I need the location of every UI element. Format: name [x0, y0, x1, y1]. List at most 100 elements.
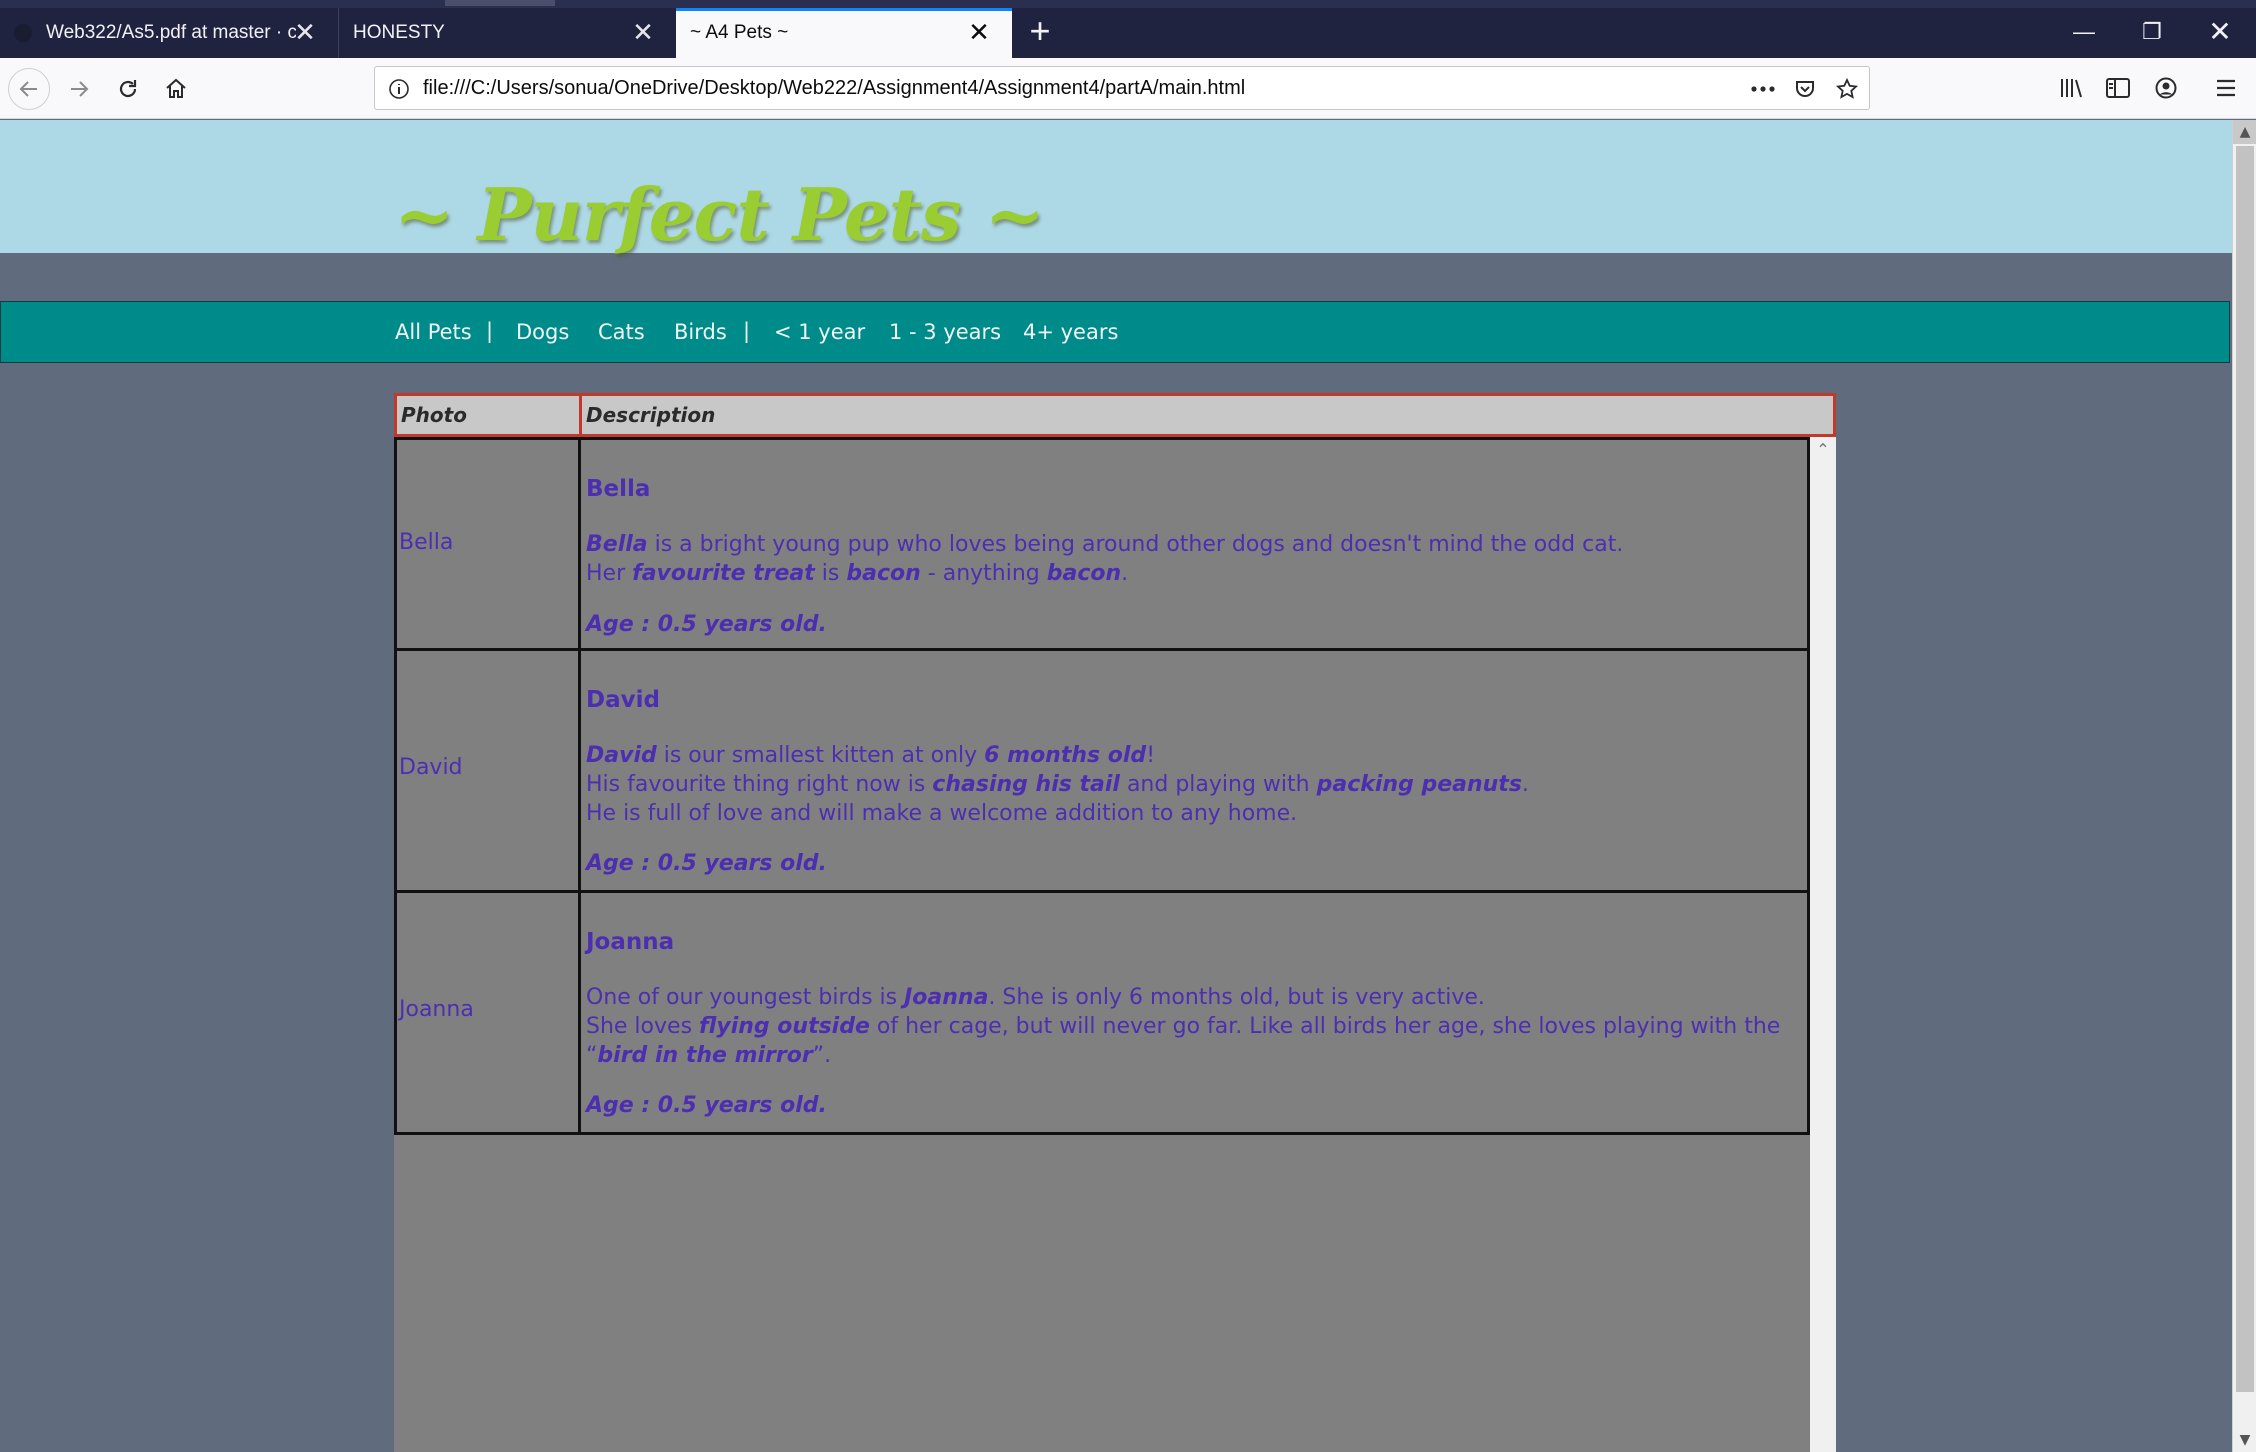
library-icon: [2061, 79, 2082, 98]
back-button[interactable]: [8, 68, 50, 110]
chevron-up-icon[interactable]: ⌃: [1810, 437, 1836, 463]
text: - anything: [920, 561, 1047, 586]
pet-photo-cell: David: [397, 651, 581, 890]
pet-age: Age : 0.5 years old.: [586, 1093, 827, 1118]
pocket-icon: [1796, 81, 1814, 97]
pet-photo-alt: David: [399, 755, 463, 780]
tab-a4-pets[interactable]: ~ A4 Pets ~ ✕: [676, 8, 1012, 58]
text: One of our youngest birds is: [586, 985, 905, 1010]
nav-separator: |: [743, 319, 751, 343]
table-body[interactable]: Bella Bella Bella is a bright young pup …: [394, 437, 1836, 1452]
nav-link-under-1-year[interactable]: < 1 year: [774, 302, 865, 362]
app-menu-button[interactable]: [2210, 72, 2242, 104]
scroll-up-arrow-icon[interactable]: ▲: [2233, 120, 2256, 144]
table-header: Photo Description: [394, 393, 1836, 437]
home-icon: [166, 78, 186, 98]
nav-separator: |: [486, 319, 494, 343]
tab-title: HONESTY: [353, 22, 445, 43]
table-row: David David David is our smallest kitten…: [394, 651, 1810, 893]
home-button[interactable]: [155, 68, 197, 110]
sidebar-button[interactable]: [2102, 72, 2134, 104]
text: and playing with: [1119, 772, 1317, 797]
emphasis: flying outside: [699, 1014, 870, 1039]
bookmark-button[interactable]: [1833, 75, 1861, 103]
pets-table: Photo Description Bella Bella Bella is a…: [394, 393, 1836, 1452]
page-actions-button[interactable]: [1749, 75, 1777, 103]
pet-description-line: He is full of love and will make a welco…: [586, 801, 1298, 826]
url-text[interactable]: file:///C:/Users/sonua/OneDrive/Desktop/…: [423, 67, 1245, 109]
scroll-down-arrow-icon[interactable]: ▼: [2233, 1428, 2256, 1452]
text: . She is only 6 months old, but is very …: [988, 985, 1485, 1010]
close-tab-icon[interactable]: ✕: [968, 19, 990, 45]
forward-button[interactable]: [58, 68, 100, 110]
nav-link-dogs[interactable]: Dogs: [516, 302, 569, 362]
text: ”.: [812, 1043, 832, 1068]
page-viewport: ~ Purfect Pets ~ All Pets | Dogs Cats Bi…: [0, 120, 2232, 1452]
emphasis: Joanna: [904, 985, 989, 1010]
pet-name: David: [586, 687, 660, 713]
emphasis: David: [586, 743, 657, 768]
sidebar-icon: [2106, 78, 2130, 98]
github-favicon-icon: [14, 24, 32, 42]
library-button[interactable]: [2056, 72, 2088, 104]
pet-description-line: His favourite thing right now is chasing…: [586, 770, 1529, 799]
tab-web322-pdf[interactable]: Web322/As5.pdf at master · cn ✕: [0, 8, 338, 58]
window-close-button[interactable]: ✕: [2186, 10, 2254, 54]
text: .: [1521, 772, 1529, 797]
pet-name: Joanna: [586, 929, 675, 955]
text: She loves: [586, 1014, 700, 1039]
nav-link-4-plus-years[interactable]: 4+ years: [1023, 302, 1118, 362]
new-tab-button[interactable]: +: [1022, 13, 1058, 50]
tab-title: Web322/As5.pdf at master · cn: [46, 22, 296, 43]
emphasis: bird in the mirror: [597, 1043, 813, 1068]
table-scrollbar[interactable]: ⌃: [1810, 437, 1836, 1452]
site-header: ~ Purfect Pets ~: [0, 120, 2232, 257]
pocket-button[interactable]: [1791, 75, 1819, 103]
table-row: Bella Bella Bella is a bright young pup …: [394, 437, 1810, 651]
text: .: [1121, 561, 1129, 586]
text: !: [1146, 743, 1156, 768]
column-header-description: Description: [586, 403, 716, 427]
emphasis: Bella: [586, 532, 648, 557]
address-bar[interactable]: file:///C:/Users/sonua/OneDrive/Desktop/…: [374, 66, 1870, 110]
pet-description-line: Her favourite treat is bacon - anything …: [586, 559, 1128, 588]
tab-loading-indicator: [445, 0, 555, 6]
hamburger-menu-icon: [2217, 79, 2235, 97]
site-nav: All Pets | Dogs Cats Birds | < 1 year 1 …: [0, 301, 2230, 363]
nav-link-1-3-years[interactable]: 1 - 3 years: [889, 302, 1001, 362]
emphasis: 6 months old: [984, 743, 1147, 768]
star-icon: [1835, 77, 1859, 99]
emphasis: bacon: [846, 561, 921, 586]
account-button[interactable]: [2150, 72, 2182, 104]
text: is our smallest kitten at only: [656, 743, 985, 768]
account-icon: [2155, 77, 2177, 99]
pet-description-line: David is our smallest kitten at only 6 m…: [586, 741, 1155, 770]
more-icon: [1751, 86, 1775, 92]
scrollbar-thumb[interactable]: [2236, 146, 2254, 1392]
emphasis: packing peanuts: [1316, 772, 1522, 797]
reload-icon: [119, 80, 137, 98]
pet-description-cell: Bella Bella is a bright young pup who lo…: [584, 440, 1807, 648]
nav-link-birds[interactable]: Birds: [674, 302, 727, 362]
pet-description-line: One of our youngest birds is Joanna. She…: [586, 983, 1485, 1012]
close-tab-icon[interactable]: ✕: [632, 19, 654, 45]
tab-honesty[interactable]: HONESTY ✕: [338, 0, 676, 58]
pet-photo-cell: Joanna: [397, 893, 581, 1132]
tab-title: ~ A4 Pets ~: [690, 22, 789, 43]
window-minimize-button[interactable]: —: [2050, 10, 2118, 54]
text: His favourite thing right now is: [586, 772, 933, 797]
pet-description-line: Bella is a bright young pup who loves be…: [586, 530, 1623, 559]
window-restore-button[interactable]: ❐: [2118, 10, 2186, 54]
forward-arrow-icon: [71, 81, 89, 97]
nav-link-all-pets[interactable]: All Pets: [395, 302, 472, 362]
table-row: Joanna Joanna One of our youngest birds …: [394, 893, 1810, 1135]
info-icon[interactable]: [387, 77, 411, 101]
emphasis: bacon: [1046, 561, 1122, 586]
page-scrollbar[interactable]: ▲ ▼: [2232, 120, 2256, 1452]
nav-link-cats[interactable]: Cats: [598, 302, 645, 362]
reload-button[interactable]: [107, 68, 149, 110]
pet-photo-alt: Bella: [399, 530, 454, 555]
text: is: [814, 561, 847, 586]
close-tab-icon[interactable]: ✕: [294, 19, 316, 45]
pet-photo-alt: Joanna: [399, 997, 474, 1022]
